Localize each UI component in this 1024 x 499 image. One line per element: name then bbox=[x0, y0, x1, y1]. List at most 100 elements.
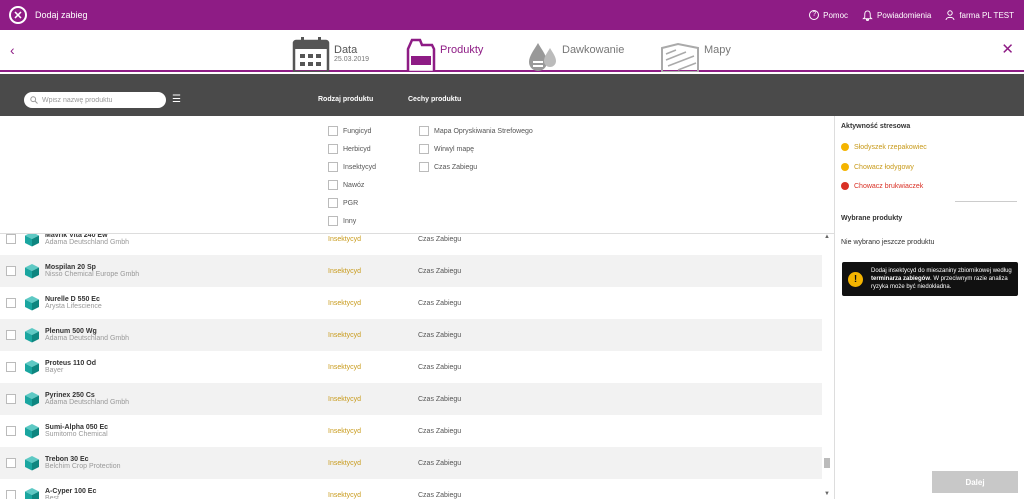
app-title: Dodaj zabieg bbox=[35, 10, 88, 20]
type-option-herbicyd[interactable]: Herbicyd bbox=[328, 144, 371, 154]
stress-dot bbox=[841, 163, 849, 171]
right-panel: Aktywność stresowa Słodyszek rzepakowiec… bbox=[834, 116, 1024, 499]
step-produkty-label: Produkty bbox=[440, 44, 484, 56]
table-row[interactable]: A-Cyper 100 Ec Best Insektycyd Czas Zabiegu bbox=[0, 479, 822, 499]
checkbox[interactable] bbox=[328, 162, 338, 172]
stress-label: Chowacz łodygowy bbox=[854, 163, 914, 171]
product-feature: Czas Zabiegu bbox=[418, 267, 462, 275]
feature-option-czas[interactable]: Czas Zabiegu bbox=[419, 162, 477, 172]
product-type-header[interactable]: Rodzaj produktu bbox=[318, 96, 373, 103]
scroll-thumb[interactable] bbox=[824, 458, 830, 468]
row-checkbox[interactable] bbox=[6, 266, 16, 276]
search-box bbox=[24, 92, 166, 108]
list-scrollbar[interactable]: ▲ ▼ bbox=[822, 234, 832, 499]
step-data[interactable]: Data 25.03.2019 bbox=[292, 30, 369, 72]
row-checkbox[interactable] bbox=[6, 234, 16, 244]
stress-item[interactable]: Słodyszek rzepakowiec bbox=[841, 143, 927, 151]
type-option-fungicyd[interactable]: Fungicyd bbox=[328, 126, 371, 136]
row-checkbox[interactable] bbox=[6, 426, 16, 436]
product-type: Insektycyd bbox=[328, 395, 362, 403]
product-name: Mospilan 20 Sp bbox=[45, 264, 96, 271]
checkbox[interactable] bbox=[328, 198, 338, 208]
scroll-down-icon[interactable]: ▼ bbox=[824, 491, 830, 497]
checkbox[interactable] bbox=[328, 180, 338, 190]
checkbox[interactable] bbox=[328, 144, 338, 154]
warning-icon: ! bbox=[848, 271, 863, 287]
type-option-nawoz[interactable]: Nawóz bbox=[328, 180, 364, 190]
checkbox[interactable] bbox=[328, 216, 338, 226]
row-checkbox[interactable] bbox=[6, 394, 16, 404]
user-menu[interactable]: farma PL TEST bbox=[945, 10, 1014, 20]
close-icon[interactable]: ✕ bbox=[1001, 40, 1014, 58]
stress-label: Słodyszek rzepakowiec bbox=[854, 143, 927, 151]
table-row[interactable]: Proteus 110 Od Bayer Insektycyd Czas Zabieg… bbox=[0, 351, 822, 383]
step-data-date: 25.03.2019 bbox=[334, 56, 370, 63]
feature-option-wirwyl[interactable]: Wirwyl mapę bbox=[419, 144, 474, 154]
product-name: Sumi-Alpha 050 Ec bbox=[45, 424, 109, 431]
selected-title: Wybrane produkty bbox=[841, 215, 903, 222]
warning-box: ! Dodaj insektycyd do mieszaniny zbiorni… bbox=[842, 262, 1018, 296]
next-button[interactable]: Dalej bbox=[932, 471, 1018, 493]
step-produkty[interactable]: Produkty bbox=[406, 30, 483, 72]
step-mapy[interactable]: Mapy bbox=[660, 30, 731, 72]
product-feature: Czas Zabiegu bbox=[418, 491, 462, 499]
product-feature: Czas Zabiegu bbox=[418, 235, 462, 243]
product-box-icon bbox=[25, 234, 39, 247]
product-type: Insektycyd bbox=[328, 363, 362, 371]
row-checkbox[interactable] bbox=[6, 362, 16, 372]
table-row[interactable]: Mospilan 20 Sp Nisso Chemical Europe Gmbh… bbox=[0, 255, 822, 287]
row-checkbox[interactable] bbox=[6, 298, 16, 308]
warning-link[interactable]: terminarza zabiegów bbox=[871, 276, 930, 282]
row-checkbox[interactable] bbox=[6, 458, 16, 468]
help-label: Pomoc bbox=[823, 10, 849, 20]
product-name: Nurelle D 550 Ec bbox=[45, 296, 100, 303]
product-maker: Adama Deutschland Gmbh bbox=[45, 335, 130, 342]
type-option-inny[interactable]: Inny bbox=[328, 216, 356, 226]
type-option-pgr[interactable]: PGR bbox=[328, 198, 358, 208]
table-row[interactable]: Nurelle D 550 Ec Arysta Lifescience Insekt… bbox=[0, 287, 822, 319]
notifications-label: Powiadomienia bbox=[877, 10, 932, 20]
product-maker: Sumitomo Chemical bbox=[45, 431, 108, 438]
option-label: Mapa Opryskiwania Strefowego bbox=[434, 127, 533, 135]
app-logo-icon[interactable]: ✕ bbox=[9, 6, 27, 24]
stress-item[interactable]: Chowacz brukwiaczek bbox=[841, 182, 923, 190]
product-box-icon bbox=[25, 424, 39, 439]
product-type: Insektycyd bbox=[328, 267, 362, 275]
product-type: Insektycyd bbox=[328, 299, 362, 307]
scroll-up-icon[interactable]: ▲ bbox=[824, 234, 830, 240]
step-dawkowanie[interactable]: Dawkowanie bbox=[526, 30, 624, 72]
product-name-cell: Trebon 30 Ec Belchim Crop Protection bbox=[45, 456, 315, 470]
bell-icon bbox=[862, 9, 873, 21]
stress-title: Aktywność stresowa bbox=[841, 123, 911, 130]
search-input[interactable] bbox=[42, 96, 162, 104]
product-name: Pyrinex 250 Cs bbox=[45, 392, 95, 399]
filter-settings-icon[interactable]: ☰ bbox=[172, 94, 181, 105]
row-checkbox[interactable] bbox=[6, 490, 16, 499]
step-bar: ‹ Data 25.03.2019 Produkty Dawkowanie Ma… bbox=[0, 30, 1024, 72]
notifications-link[interactable]: Powiadomienia bbox=[862, 9, 932, 21]
help-link[interactable]: ? Pomoc bbox=[809, 10, 848, 20]
table-row[interactable]: Sumi-Alpha 050 Ec Sumitomo Chemical Insekt… bbox=[0, 415, 822, 447]
checkbox[interactable] bbox=[419, 126, 429, 136]
option-label: Inny bbox=[343, 217, 357, 225]
checkbox[interactable] bbox=[419, 162, 429, 172]
table-row[interactable]: Trebon 30 Ec Belchim Crop Protection Insek… bbox=[0, 447, 822, 479]
row-checkbox[interactable] bbox=[6, 330, 16, 340]
table-row[interactable]: Plenum 500 Wg Adama Deutschland Gmbh Insek… bbox=[0, 319, 822, 351]
search-icon bbox=[30, 96, 38, 104]
checkbox[interactable] bbox=[419, 144, 429, 154]
filter-dropdown: Fungicyd Herbicyd Insektycyd Nawóz PGR I… bbox=[0, 116, 834, 234]
table-row[interactable]: Mavrik Vita 240 Ew Adama Deutschland Gmbh… bbox=[0, 234, 822, 255]
checkbox[interactable] bbox=[328, 126, 338, 136]
option-label: Czas Zabiegu bbox=[434, 163, 478, 171]
user-icon bbox=[945, 10, 955, 20]
product-features-header[interactable]: Cechy produktu bbox=[408, 96, 461, 103]
product-maker: Bayer bbox=[45, 367, 64, 374]
type-option-insektycyd[interactable]: Insektycyd bbox=[328, 162, 376, 172]
table-row[interactable]: Pyrinex 250 Cs Adama Deutschland Gmbh Inse… bbox=[0, 383, 822, 415]
back-chevron-icon[interactable]: ‹ bbox=[10, 42, 15, 58]
product-name: A-Cyper 100 Ec bbox=[45, 488, 97, 495]
stress-item[interactable]: Chowacz łodygowy bbox=[841, 163, 914, 171]
product-name: Trebon 30 Ec bbox=[45, 456, 89, 463]
feature-option-map[interactable]: Mapa Opryskiwania Strefowego bbox=[419, 126, 533, 136]
